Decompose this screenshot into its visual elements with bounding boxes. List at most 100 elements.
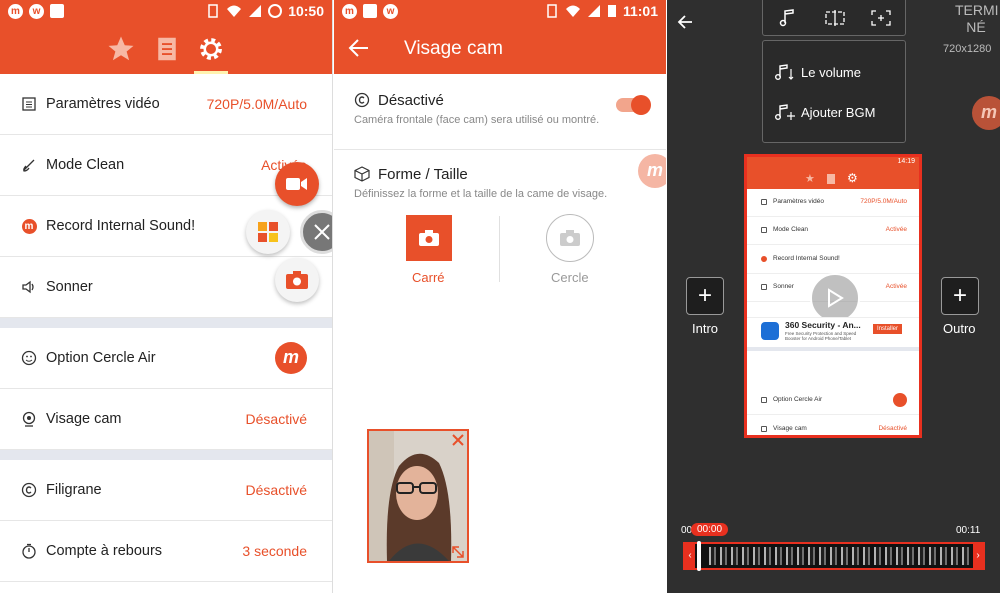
face-cam-preview[interactable] — [367, 429, 469, 563]
preview-row-label: Paramètres vidéo — [773, 198, 824, 205]
ad-title: 360 Security - An... — [785, 320, 861, 330]
floating-mobizen-logo[interactable]: m — [972, 96, 1000, 130]
preview-row-label: Visage cam — [773, 425, 807, 432]
preview-row-value: Désactivé — [878, 425, 907, 432]
setting-label: Record Internal Sound! — [46, 218, 196, 234]
done-button[interactable]: TERMI NÉ — [955, 2, 999, 36]
settings-panel: m w 10:50 Paramètres vidéo 720P/5.0M/Aut… — [0, 0, 333, 593]
preview-row-icon — [761, 284, 767, 290]
list-icon — [158, 37, 176, 61]
add-outro-button[interactable]: + — [941, 277, 979, 315]
record-button[interactable] — [275, 162, 319, 206]
play-icon — [828, 288, 844, 308]
tab-favorites[interactable] — [106, 34, 136, 64]
preview-row: Record Internal Sound! — [747, 246, 919, 274]
volume-menu-item[interactable]: Le volume — [775, 63, 861, 81]
tab-settings[interactable] — [194, 34, 228, 74]
preview-ad: 360 Security - An... Free Security Prote… — [747, 317, 919, 351]
ad-install-button[interactable]: Installer — [873, 324, 903, 334]
setting-air-circle[interactable]: Option Cercle Air m — [0, 328, 332, 389]
setting-label: Option Cercle Air — [46, 350, 156, 366]
preview-row-value: Activée — [885, 226, 907, 233]
shape-circle-option[interactable] — [546, 214, 594, 262]
wifi-icon — [227, 5, 242, 17]
preview-row: Option Cercle Air — [747, 387, 919, 415]
music-volume-icon — [775, 64, 794, 80]
camera-icon — [286, 271, 308, 289]
preview-row-icon — [761, 397, 767, 403]
setting-label: Sonner — [46, 279, 93, 295]
setting-watermark[interactable]: Filigrane Désactivé — [0, 460, 332, 521]
shape-square-label: Carré — [412, 270, 445, 285]
resize-icon[interactable] — [451, 545, 465, 559]
status-bar: m w 11:01 — [334, 0, 666, 24]
setting-value: 720P/5.0M/Auto — [206, 96, 307, 112]
split-icon[interactable] — [825, 10, 845, 26]
face-cam-toggle[interactable] — [616, 95, 651, 115]
tools-button[interactable] — [246, 210, 290, 254]
battery-icon — [607, 5, 616, 17]
preview-tab-bar: ★ ⚙ — [747, 169, 919, 189]
preview-row-label: Mode Clean — [773, 226, 809, 233]
trim-right-handle[interactable]: › — [973, 544, 983, 568]
face-cam-panel: m w 11:01 Visage cam Désactivé Caméra fr… — [334, 0, 666, 593]
music-add-icon — [775, 104, 795, 120]
mobizen-status-icon: m — [8, 4, 23, 19]
close-icon[interactable] — [451, 433, 465, 447]
bgm-label: Ajouter BGM — [801, 104, 876, 120]
ad-description: Free Security Protection and Speed Boost… — [785, 331, 857, 341]
preview-row-value: 720P/5.0M/Auto — [860, 198, 907, 205]
add-intro-button[interactable]: + — [686, 277, 724, 315]
back-arrow-icon[interactable] — [677, 14, 693, 30]
screenshot-button[interactable] — [275, 258, 319, 302]
page-title: Visage cam — [404, 38, 503, 59]
cube-icon — [354, 166, 370, 182]
setting-face-cam[interactable]: Visage cam Désactivé — [0, 389, 332, 450]
setting-label: Filigrane — [46, 482, 102, 498]
preview-air-circle-logo — [893, 393, 907, 407]
crop-icon[interactable] — [871, 10, 891, 26]
preview-row: Visage cam Désactivé — [747, 416, 919, 435]
wifi-icon — [565, 5, 580, 17]
audio-menu: Le volume Ajouter BGM — [762, 40, 906, 143]
back-arrow-icon[interactable] — [348, 37, 370, 59]
timeline-track[interactable]: ‹ › — [683, 541, 985, 571]
music-note-icon[interactable] — [779, 9, 795, 27]
signal-icon — [587, 5, 600, 17]
shape-size-label: Forme / Taille — [378, 166, 468, 183]
section-divider — [0, 318, 332, 328]
setting-label: Visage cam — [46, 411, 122, 427]
image-status-icon — [50, 4, 64, 18]
setting-value: 3 seconde — [242, 543, 307, 559]
status-time: 11:01 — [622, 3, 658, 19]
add-bgm-menu-item[interactable]: Ajouter BGM — [775, 103, 875, 121]
setting-label: Mode Clean — [46, 157, 125, 173]
shape-square-option[interactable] — [406, 215, 452, 261]
preview-row-icon — [761, 426, 767, 432]
preview-play-button[interactable] — [810, 273, 860, 323]
status-bar: m w 10:50 — [0, 0, 332, 24]
playhead[interactable] — [697, 541, 701, 571]
ad-app-icon — [761, 322, 779, 340]
tab-list[interactable] — [152, 34, 182, 64]
gear-icon — [200, 38, 222, 60]
volume-label: Le volume — [801, 64, 861, 80]
whatsapp-status-icon: w — [29, 4, 44, 19]
image-status-icon — [363, 4, 377, 18]
face-photo — [369, 431, 467, 561]
air-circle-logo: m — [275, 342, 307, 374]
preview-row-label: Option Cercle Air — [773, 396, 823, 403]
timeline-thumbnails — [709, 547, 973, 565]
shape-circle-label: Cercle — [551, 270, 589, 285]
face-cam-state-label: Désactivé — [378, 92, 444, 109]
video-preview[interactable]: 14:19 ★ ⚙ Paramètres vidéo 720P/5.0M/Auto… — [744, 154, 922, 438]
setting-countdown[interactable]: Compte à rebours 3 seconde — [0, 521, 332, 582]
preview-row-icon — [761, 256, 767, 262]
video-settings-icon — [20, 95, 38, 113]
smiley-icon — [20, 349, 38, 367]
camera-icon — [560, 230, 580, 246]
face-cam-state-description: Caméra frontale (face cam) sera utilisé … — [354, 114, 600, 126]
floating-mobizen-logo[interactable]: m — [638, 154, 666, 188]
trim-left-handle[interactable]: ‹ — [685, 544, 695, 568]
setting-video[interactable]: Paramètres vidéo 720P/5.0M/Auto — [0, 74, 332, 135]
